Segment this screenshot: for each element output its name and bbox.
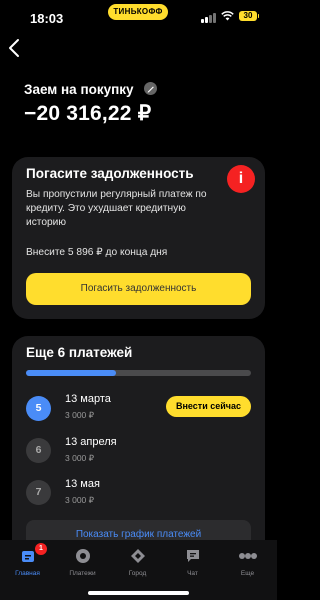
payment-date: 13 мая — [65, 478, 100, 490]
loan-title: Заем на покупку — [24, 82, 134, 97]
tab-payments[interactable]: Платежи — [55, 547, 110, 577]
payments-progress-bar — [26, 370, 251, 376]
tab-city[interactable]: Город — [110, 547, 165, 577]
payment-date: 13 апреля — [65, 436, 117, 448]
more-icon — [238, 553, 257, 559]
debt-card-title: Погасите задолженность — [26, 166, 194, 181]
status-time: 18:03 — [30, 11, 64, 26]
payment-number-badge: 6 — [26, 438, 51, 463]
tab-label: Город — [128, 570, 147, 577]
city-icon — [130, 549, 145, 563]
tab-label: Платежи — [69, 570, 96, 577]
payment-number-badge: 5 — [26, 396, 51, 421]
tab-home[interactable]: Главная — [0, 547, 55, 577]
payments-card-title: Еще 6 платежей — [26, 345, 133, 360]
tab-label: Чат — [187, 570, 198, 577]
payment-amount: 3 000 ₽ — [65, 410, 95, 420]
payment-date: 13 марта — [65, 393, 111, 405]
debt-card-description: Вы пропустили регулярный платеж по креди… — [26, 189, 207, 228]
brand-pill: ТИНЬКОФФ — [108, 4, 168, 20]
notification-badge: 1 — [35, 543, 47, 555]
tab-label: Еще — [240, 570, 255, 577]
home-icon — [21, 551, 34, 562]
battery-icon: 30 — [239, 11, 259, 21]
edit-pencil-icon[interactable] — [144, 82, 157, 95]
tab-more[interactable]: Еще — [220, 547, 275, 577]
back-arrow-icon[interactable] — [8, 38, 20, 58]
payment-amount: 3 000 ₽ — [65, 453, 95, 463]
tab-label: Главная — [15, 570, 40, 577]
signal-icon — [201, 13, 216, 23]
alert-icon: i — [227, 165, 255, 193]
payments-progress-fill — [26, 370, 116, 376]
payments-icon — [75, 549, 90, 563]
pay-now-button[interactable]: Внести сейчас — [166, 396, 251, 417]
wifi-icon — [221, 11, 234, 21]
repay-debt-button[interactable]: Погасить задолженность — [26, 273, 251, 305]
loan-amount: −20 316,22 ₽ — [24, 102, 152, 125]
debt-pay-text: Внесите 5 896 ₽ до конца дня — [26, 247, 168, 258]
payment-amount: 3 000 ₽ — [65, 495, 95, 505]
chat-icon — [186, 550, 199, 562]
tab-chat[interactable]: Чат — [165, 547, 220, 577]
home-indicator — [88, 591, 189, 595]
payment-number-badge: 7 — [26, 480, 51, 505]
